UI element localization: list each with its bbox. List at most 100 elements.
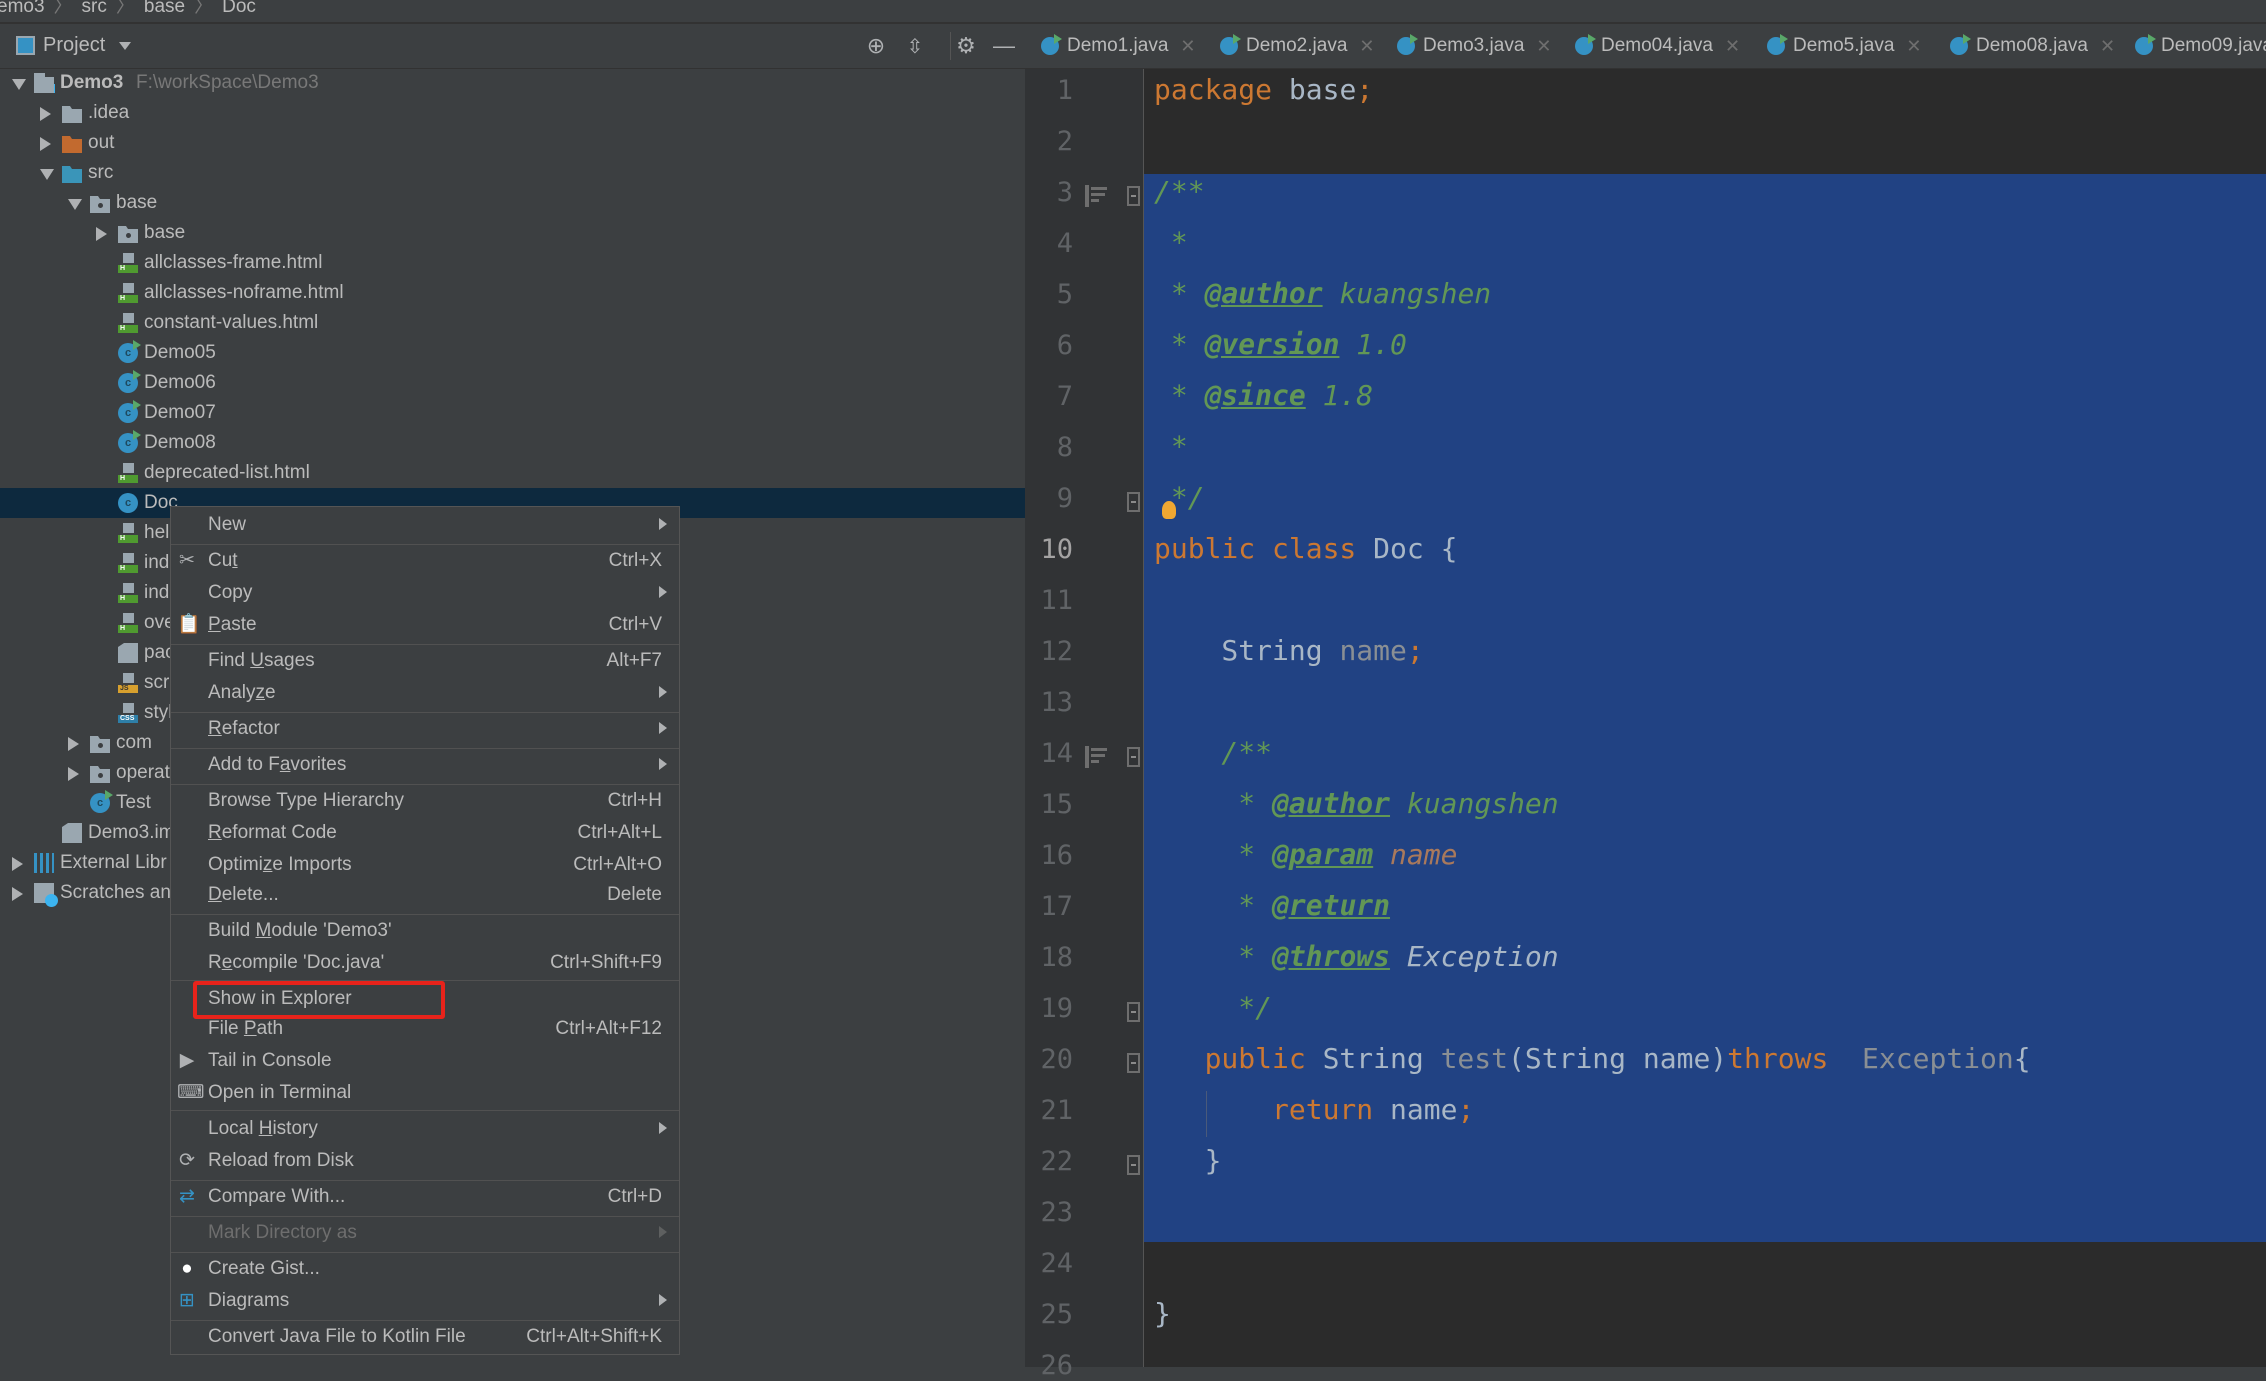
tree-item[interactable]: Hconstant-values.html bbox=[0, 308, 1025, 338]
menu-item-add-to-favorites[interactable]: Add to Favorites bbox=[171, 750, 679, 780]
close-tab-icon[interactable]: ✕ bbox=[1536, 36, 1551, 57]
tab-label: Demo04.java bbox=[1601, 35, 1713, 56]
breadcrumb-item-src[interactable]: src bbox=[82, 0, 107, 16]
editor-tab[interactable]: Demo08.java ✕ bbox=[1950, 24, 2115, 68]
menu-item-open-in-terminal[interactable]: ⌨ Open in Terminal bbox=[171, 1078, 679, 1108]
menu-item-compare-with[interactable]: ⇄ Compare With... Ctrl+D bbox=[171, 1182, 679, 1212]
menu-item-recompile-doc-java[interactable]: Recompile 'Doc.java' Ctrl+Shift+F9 bbox=[171, 948, 679, 978]
editor-tab[interactable]: Demo5.java ✕ bbox=[1767, 24, 1921, 68]
tree-item[interactable]: Hallclasses-frame.html bbox=[0, 248, 1025, 278]
expand-arrow-right-icon[interactable] bbox=[96, 227, 107, 241]
expand-arrow-right-icon[interactable] bbox=[40, 137, 51, 151]
editor-tab[interactable]: Demo3.java ✕ bbox=[1397, 24, 1551, 68]
fold-marker-icon[interactable] bbox=[1127, 747, 1140, 767]
tree-item[interactable]: c Demo05 bbox=[0, 338, 1025, 368]
tree-item-label: Demo05 bbox=[144, 342, 216, 363]
code-line: * @author kuangshen bbox=[1154, 787, 1558, 820]
breadcrumb-item-project[interactable]: emo3 bbox=[0, 0, 45, 16]
menu-item-shortcut: Ctrl+X bbox=[608, 550, 662, 571]
package-icon bbox=[90, 196, 110, 213]
expand-arrow-down-icon[interactable] bbox=[40, 169, 54, 180]
close-tab-icon[interactable]: ✕ bbox=[2100, 36, 2115, 57]
expand-arrow-right-icon[interactable] bbox=[12, 887, 23, 901]
code-area[interactable]: package base; /** * * @author kuangshen *… bbox=[1144, 69, 2266, 1367]
project-view-selector[interactable]: Project bbox=[16, 34, 132, 57]
submenu-arrow-icon bbox=[659, 686, 667, 698]
expand-arrow-right-icon[interactable] bbox=[40, 107, 51, 121]
menu-item-find-usages[interactable]: Find Usages Alt+F7 bbox=[171, 646, 679, 676]
tree-item[interactable]: base bbox=[0, 218, 1025, 248]
tree-item[interactable]: Hdeprecated-list.html bbox=[0, 458, 1025, 488]
expand-arrow-down-icon[interactable] bbox=[12, 79, 26, 90]
menu-item-mark-directory-as[interactable]: Mark Directory as bbox=[171, 1218, 679, 1248]
tree-item[interactable]: c Demo08 bbox=[0, 428, 1025, 458]
tree-item[interactable]: out bbox=[0, 128, 1025, 158]
menu-item-create-gist[interactable]: ● Create Gist... bbox=[171, 1254, 679, 1284]
menu-item-build-module-demo3[interactable]: Build Module 'Demo3' bbox=[171, 916, 679, 946]
iml-file-icon bbox=[62, 823, 82, 843]
html-file-icon: H bbox=[118, 283, 138, 303]
close-tab-icon[interactable]: ✕ bbox=[1359, 36, 1374, 57]
collapse-all-button[interactable]: ⇳ bbox=[901, 32, 929, 60]
editor-tab[interactable]: Demo09.java bbox=[2135, 24, 2266, 68]
breadcrumb-item-doc[interactable]: Doc bbox=[222, 0, 256, 16]
menu-item-reload-from-disk[interactable]: ⟳ Reload from Disk bbox=[171, 1146, 679, 1176]
fold-marker-icon[interactable] bbox=[1127, 1002, 1140, 1022]
fold-marker-icon[interactable] bbox=[1127, 1053, 1140, 1073]
menu-item-tail-in-console[interactable]: ▶ Tail in Console bbox=[171, 1046, 679, 1076]
locate-file-button[interactable]: ⊕ bbox=[862, 32, 890, 60]
fold-marker-icon[interactable] bbox=[1127, 492, 1140, 512]
file-type-badge: CSS bbox=[118, 715, 138, 723]
fold-marker-icon[interactable] bbox=[1127, 186, 1140, 206]
menu-item-new[interactable]: New bbox=[171, 510, 679, 540]
close-tab-icon[interactable]: ✕ bbox=[1725, 36, 1740, 57]
menu-item-delete[interactable]: Delete... Delete bbox=[171, 880, 679, 910]
doc-value: kuangshen bbox=[1322, 277, 1492, 310]
hide-panel-button[interactable]: — bbox=[990, 32, 1018, 60]
menu-item-paste[interactable]: 📋 Paste Ctrl+V bbox=[171, 610, 679, 640]
render-doc-icon[interactable] bbox=[1085, 746, 1111, 768]
doc-tag: @author bbox=[1272, 787, 1391, 820]
expand-arrow-right-icon[interactable] bbox=[68, 737, 79, 751]
editor-tabs: Demo1.java ✕ Demo2.java ✕ Demo3.java ✕ Demo04.… bbox=[1025, 24, 2266, 69]
editor-tab[interactable]: Demo2.java ✕ bbox=[1220, 24, 1374, 68]
tree-item[interactable]: c Demo06 bbox=[0, 368, 1025, 398]
expand-arrow-down-icon[interactable] bbox=[68, 199, 82, 210]
java-class-runnable-icon bbox=[1950, 34, 1971, 55]
menu-item-diagrams[interactable]: ⊞ Diagrams bbox=[171, 1286, 679, 1316]
settings-button[interactable]: ⚙ bbox=[952, 32, 980, 60]
fold-marker-icon[interactable] bbox=[1127, 1155, 1140, 1175]
menu-item-reformat-code[interactable]: Reformat Code Ctrl+Alt+L bbox=[171, 818, 679, 848]
doc-tag: @since bbox=[1204, 379, 1306, 412]
close-tab-icon[interactable]: ✕ bbox=[1906, 36, 1921, 57]
menu-item-cut[interactable]: ✂ Cut Ctrl+X bbox=[171, 546, 679, 576]
editor-area: Demo1.java ✕ Demo2.java ✕ Demo3.java ✕ Demo04.… bbox=[1025, 24, 2266, 1381]
tree-item[interactable]: base bbox=[0, 188, 1025, 218]
tree-item[interactable]: Hallclasses-noframe.html bbox=[0, 278, 1025, 308]
expand-arrow-right-icon[interactable] bbox=[68, 767, 79, 781]
compare-icon: ⇄ bbox=[179, 1186, 195, 1207]
expand-arrow-right-icon[interactable] bbox=[12, 857, 23, 871]
menu-item-local-history[interactable]: Local History bbox=[171, 1114, 679, 1144]
editor-tab[interactable]: Demo04.java ✕ bbox=[1575, 24, 1740, 68]
editor-tab[interactable]: Demo1.java ✕ bbox=[1041, 24, 1195, 68]
tree-item-label: Demo3 bbox=[60, 72, 124, 93]
menu-item-refactor[interactable]: Refactor bbox=[171, 714, 679, 744]
menu-item-analyze[interactable]: Analyze bbox=[171, 678, 679, 708]
menu-item-optimize-imports[interactable]: Optimize Imports Ctrl+Alt+O bbox=[171, 850, 679, 880]
tree-item[interactable]: .idea bbox=[0, 98, 1025, 128]
menu-item-browse-type-hierarchy[interactable]: Browse Type Hierarchy Ctrl+H bbox=[171, 786, 679, 816]
close-tab-icon[interactable]: ✕ bbox=[1180, 36, 1195, 57]
tree-item[interactable]: src bbox=[0, 158, 1025, 188]
tree-item-label: ind bbox=[144, 582, 170, 603]
menu-item-copy[interactable]: Copy bbox=[171, 578, 679, 608]
breadcrumb-item-base[interactable]: base bbox=[144, 0, 185, 16]
lightbulb-icon[interactable] bbox=[1162, 501, 1176, 519]
render-doc-icon[interactable] bbox=[1085, 185, 1111, 207]
tree-item[interactable]: c Demo07 bbox=[0, 398, 1025, 428]
menu-item-convert-java-file-to-kotlin-file[interactable]: Convert Java File to Kotlin File Ctrl+Alt… bbox=[171, 1322, 679, 1352]
menu-separator bbox=[171, 1320, 679, 1321]
tree-item[interactable]: Demo3 F:\workSpace\Demo3 bbox=[0, 68, 1025, 98]
line-number: 18 bbox=[1040, 942, 1073, 973]
project-path-hint: F:\workSpace\Demo3 bbox=[136, 72, 319, 93]
